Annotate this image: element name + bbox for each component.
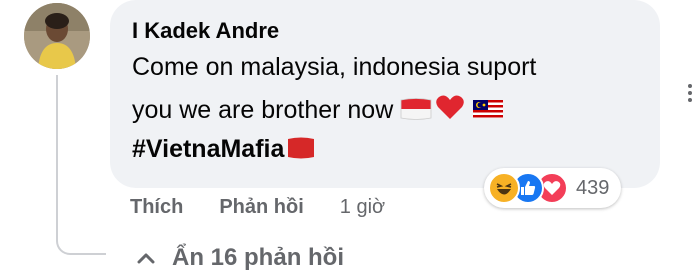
comment-thread: I Kadek Andre Come on malaysia, indonesi… (0, 0, 700, 278)
comment-actions: Thích Phản hồi 1 giờ (130, 196, 385, 219)
reply-button[interactable]: Phản hồi (219, 196, 303, 219)
comment-text-line-2-text: you we are brother now (132, 96, 394, 124)
comment-hashtag-line: #VietnaMafia (132, 134, 316, 164)
haha-icon (488, 172, 520, 204)
comment-timestamp[interactable]: 1 giờ (340, 196, 385, 219)
indonesia-flag-icon (399, 97, 433, 121)
hide-replies-toggle[interactable]: Ẩn 16 phản hồi (136, 244, 344, 272)
malaysia-flag-icon (471, 97, 505, 121)
avatar[interactable] (24, 3, 90, 69)
thread-connector (56, 225, 106, 255)
chevron-up-icon (136, 244, 156, 272)
comment-text-line-2: you we are brother now (132, 93, 505, 125)
hashtag-link[interactable]: #VietnaMafia (132, 135, 284, 163)
comment-author[interactable]: I Kadek Andre (132, 18, 279, 44)
red-flag-icon (286, 136, 316, 160)
reaction-summary[interactable]: 439 (484, 168, 622, 208)
thread-line (56, 75, 58, 235)
more-options-icon[interactable] (688, 84, 700, 104)
reaction-count: 439 (576, 176, 610, 199)
comment-bubble: I Kadek Andre Come on malaysia, indonesi… (110, 0, 660, 188)
comment-text-line-1: Come on malaysia, indonesia suport (132, 53, 537, 81)
hide-replies-label: Ẩn 16 phản hồi (172, 244, 345, 271)
heart-icon (435, 93, 465, 121)
like-button[interactable]: Thích (130, 196, 183, 219)
